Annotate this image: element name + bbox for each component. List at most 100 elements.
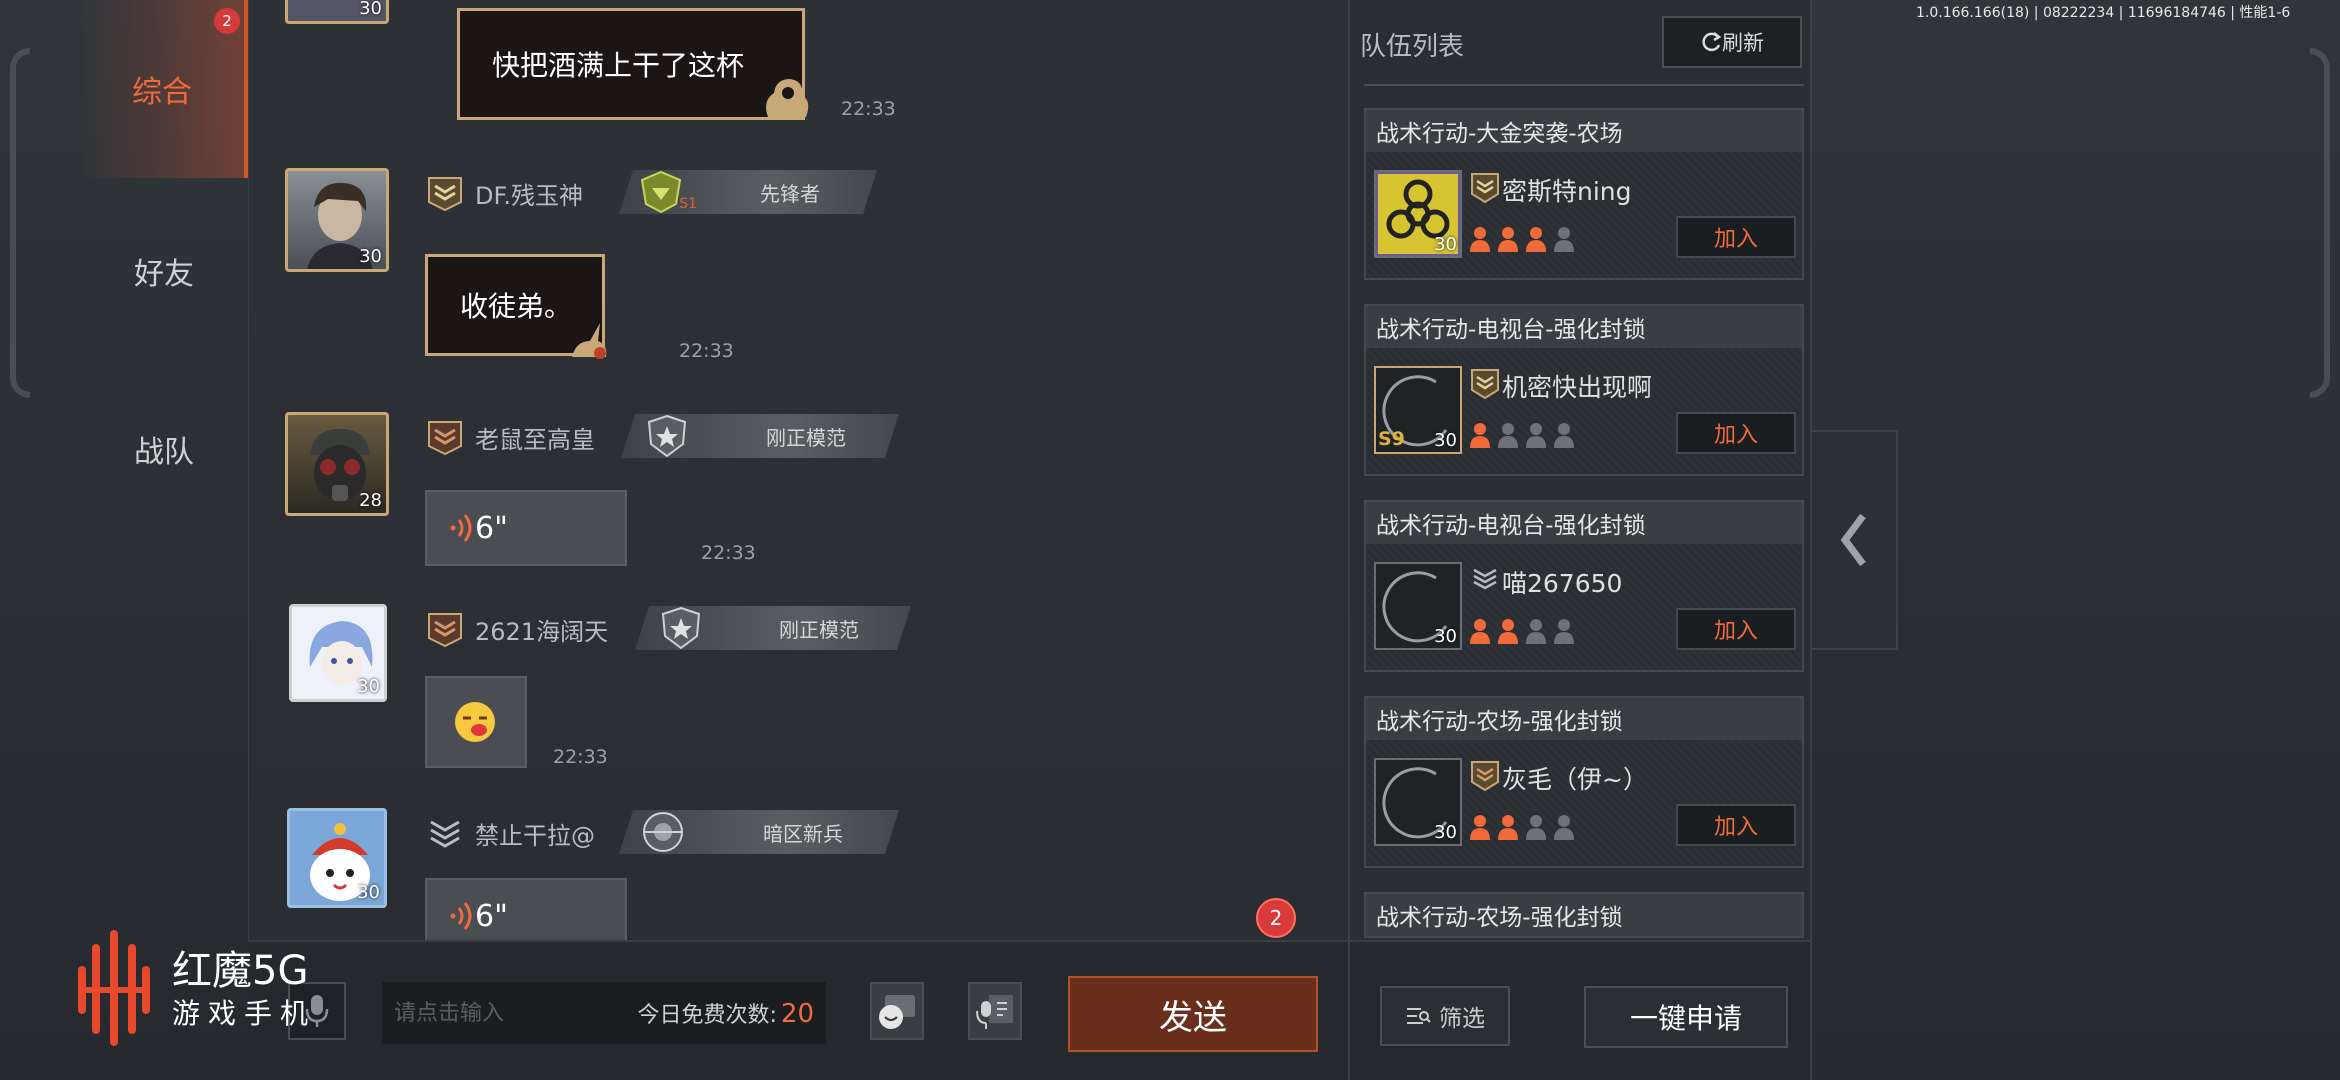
apply-all-button[interactable]: 一键申请 [1584,986,1788,1048]
screen-edge-left [10,48,30,398]
join-button[interactable]: 加入 [1676,804,1796,846]
avatar[interactable]: 30 [285,168,389,272]
lion-ornament-icon [766,79,809,117]
rank-chevron-icon [428,613,462,648]
team-card[interactable]: 战术行动-农场-强化封锁 30 灰毛（伊~） 加入 [1364,696,1804,868]
username[interactable]: 老鼠至高皇 [475,420,595,455]
team-card-body: 30 密斯特ning 加入 [1366,152,1802,278]
chat-panel[interactable]: 30 快把酒满上干了这杯 22:33 30 DF.残玉神 S1 先锋者 收徒弟。… [248,0,1348,940]
team-list-title: 队伍列表 [1360,32,1465,62]
season-label: S1 [679,196,697,212]
filter-button[interactable]: 筛选 [1380,986,1510,1046]
tab-friends[interactable]: 好友 [80,182,248,360]
message-bubble: 快把酒满上干了这杯 [457,8,809,120]
team-card[interactable]: 战术行动-大金突袭-农场 30 密斯特ning 加入 [1364,108,1804,280]
avatar-level: 30 [357,882,380,903]
team-mode: 战术行动-电视台-强化封锁 [1366,502,1802,544]
avatar[interactable]: 30 [289,604,387,702]
unread-count-badge[interactable]: 2 [1256,898,1296,938]
username[interactable]: 禁止干拉@ [475,816,595,851]
tab-general[interactable]: 综合 2 [80,0,248,178]
member-slot-filled-icon [1498,226,1518,252]
rank-chevron-icon [1471,761,1499,792]
star-shield-emblem-icon [635,606,727,650]
username[interactable]: DF.残玉神 [475,176,583,211]
member-slot-empty-icon [1554,618,1574,644]
team-leader-name: 密斯特ning [1502,177,1632,206]
chevron-left-icon [1840,513,1866,567]
rank-chevron-icon [1471,173,1499,204]
team-leader-avatar[interactable]: S9 30 [1374,366,1462,454]
title-badge: 刚正模范 [621,414,899,458]
version-text: 1.0.166.166(18) | 08222234 | 11696184746… [1916,5,2291,21]
voice-to-text-button[interactable] [968,982,1022,1040]
avatar-level: 30 [1434,626,1457,647]
voice-text-icon [976,995,1013,1029]
member-slot-empty-icon [1526,422,1546,448]
tab-general-badge: 2 [214,8,240,34]
rank-chevron-icon [428,421,462,456]
avatar[interactable]: 28 [285,412,389,516]
chat-input[interactable] [394,1000,614,1026]
emoji-button[interactable] [870,982,924,1040]
rank-chevron-icon [428,177,462,212]
emoji-message[interactable] [425,676,527,768]
avatar[interactable]: 30 [287,808,387,908]
avatar-level: 30 [359,0,382,19]
team-card[interactable]: 战术行动-农场-强化封锁 [1364,892,1804,938]
tab-squad[interactable]: 战队 [80,360,248,538]
chat-message: 28 老鼠至高皇 刚正模范 6" 22:33 [285,412,1285,582]
team-slots [1470,618,1574,644]
send-button[interactable]: 发送 [1068,976,1318,1052]
team-card-body: 30 喵267650 加入 [1366,544,1802,670]
title-badge-label: 刚正模范 [779,617,859,642]
device-watermark: 红魔5G 游戏手机 [74,930,374,1050]
team-mode: 战术行动-大金突袭-农场 [1366,110,1802,152]
vanguard-emblem-icon: S1 [619,170,703,214]
join-button[interactable]: 加入 [1676,608,1796,650]
avatar-level: 30 [1434,234,1457,255]
message-text: 快把酒满上干了这杯 [492,49,745,82]
screen-edge-right [2310,48,2330,398]
refresh-button[interactable]: 刷新 [1662,16,1802,68]
member-slot-filled-icon [1470,814,1490,840]
rank-chevron-icon [1473,568,1497,590]
avatar[interactable]: 30 [285,0,389,24]
title-badge-label: 刚正模范 [766,425,846,450]
chat-message: 30 快把酒满上干了这杯 22:33 [285,0,1285,130]
chat-input-field[interactable]: 今日免费次数:20 [382,982,826,1044]
title-badge: S1 先锋者 [619,170,877,214]
voice-message[interactable]: 6" [425,490,627,566]
filter-icon [1407,1008,1431,1024]
avatar-level: 30 [1434,430,1457,451]
team-card[interactable]: 战术行动-电视台-强化封锁 S9 30 机密快出现啊 加入 [1364,304,1804,476]
team-list-panel: 队伍列表 刷新 战术行动-大金突袭-农场 30 密斯特ning 加入 战术行动-… [1348,0,1812,1080]
season-label: S9 [1378,428,1405,450]
voice-duration: 6" [475,898,508,934]
team-mode: 战术行动-电视台-强化封锁 [1366,306,1802,348]
collapse-panel-button[interactable] [1812,430,1898,650]
message-time: 22:33 [841,98,896,120]
member-slot-empty-icon [1526,814,1546,840]
voice-message[interactable]: 6" [425,878,627,940]
app-root: 1.0.166.166(18) | 08222234 | 11696184746… [0,0,2340,1080]
refresh-icon [1702,32,1722,52]
join-button[interactable]: 加入 [1676,412,1796,454]
username[interactable]: 2621海阔天 [475,612,608,647]
team-leader-avatar[interactable]: 30 [1374,562,1462,650]
voice-duration: 6" [475,510,508,546]
join-button[interactable]: 加入 [1676,216,1796,258]
team-card-body: S9 30 机密快出现啊 加入 [1366,348,1802,474]
recruit-emblem-icon [619,810,707,854]
team-slots [1470,422,1574,448]
channel-tabs: 综合 2 好友 战队 [80,0,248,1080]
title-badge-label: 先锋者 [760,181,820,206]
team-leader-avatar[interactable]: 30 [1374,170,1462,258]
avatar-level: 30 [357,676,380,697]
team-card[interactable]: 战术行动-电视台-强化封锁 30 喵267650 加入 [1364,500,1804,672]
team-leader-avatar[interactable]: 30 [1374,758,1462,846]
member-slot-filled-icon [1498,814,1518,840]
member-slot-filled-icon [1498,618,1518,644]
filter-label: 筛选 [1439,1006,1485,1032]
title-badge-label: 暗区新兵 [763,821,843,846]
